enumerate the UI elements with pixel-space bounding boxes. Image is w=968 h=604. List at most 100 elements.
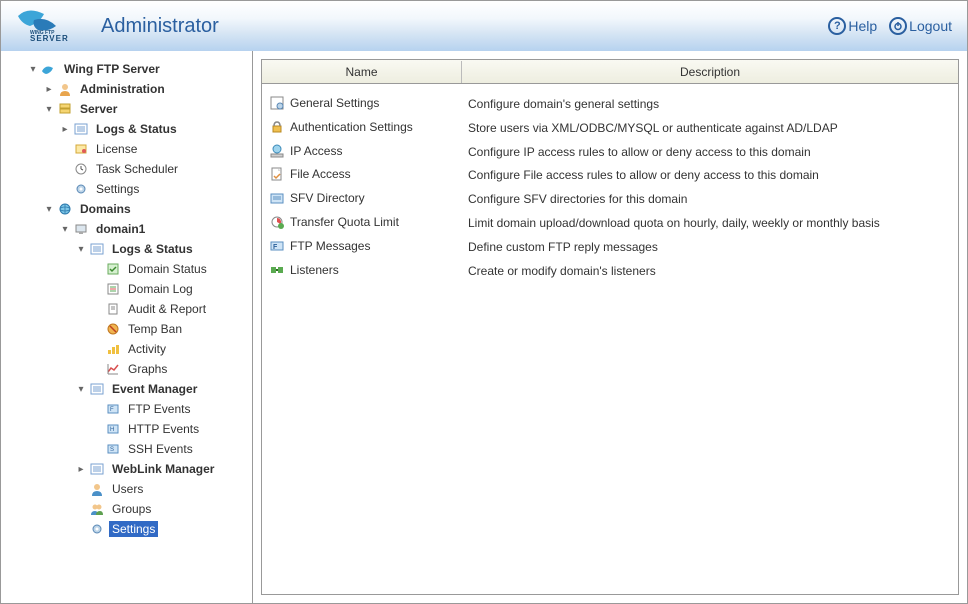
user-admin-icon [57,81,73,97]
tree-groups[interactable]: Groups [1,499,252,519]
tree-http-events[interactable]: H HTTP Events [1,419,252,439]
svg-text:H: H [110,427,114,433]
row-desc: Create or modify domain's listeners [468,262,952,280]
tree-server-settings-label: Settings [93,181,142,197]
row-name: Listeners [290,262,468,277]
message-icon: F [268,238,286,254]
help-link[interactable]: ? Help [828,17,877,35]
chart-icon [105,361,121,377]
table-body: General Settings Configure domain's gene… [262,84,958,290]
tree-groups-label: Groups [109,501,154,517]
tree-domains-label: Domains [77,201,134,217]
row-file-access[interactable]: File Access Configure File access rules … [268,163,952,187]
row-listeners[interactable]: Listeners Create or modify domain's list… [268,259,952,283]
row-name: File Access [290,166,468,181]
tree-server-settings[interactable]: Settings [1,179,252,199]
quota-icon [268,214,286,230]
sidebar-tree: ▾ Wing FTP Server ▸ Administration ▾ Ser… [1,51,253,603]
settings-page-icon [268,95,286,111]
chevron-right-icon[interactable]: ▸ [43,83,55,95]
group-icon [89,501,105,517]
tree-license-label: License [93,141,140,157]
tree-activity[interactable]: Activity [1,339,252,359]
header: WING FTP SERVER Administrator ? Help Log… [1,1,967,51]
tree-server-logs[interactable]: ▸ Logs & Status [1,119,252,139]
settings-panel: Name Description General Settings Config… [261,59,959,595]
tree-ssh-events[interactable]: S SSH Events [1,439,252,459]
globe-icon [57,201,73,217]
row-ftp-messages[interactable]: F FTP Messages Define custom FTP reply m… [268,235,952,259]
tree-domains[interactable]: ▾ Domains [1,199,252,219]
gear-icon [89,521,105,537]
list-icon [73,121,89,137]
tree-d1-logs-label: Logs & Status [109,241,196,257]
log-icon [105,281,121,297]
tree-administration[interactable]: ▸ Administration [1,79,252,99]
row-name: SFV Directory [290,190,468,205]
tree-d1-settings[interactable]: Settings [1,519,252,539]
chevron-down-icon[interactable]: ▾ [75,383,87,395]
row-desc: Configure SFV directories for this domai… [468,190,952,208]
col-desc[interactable]: Description [462,61,958,83]
tree-task-scheduler[interactable]: Task Scheduler [1,159,252,179]
tree-root[interactable]: ▾ Wing FTP Server [1,59,252,79]
svg-text:SERVER: SERVER [30,34,69,43]
chevron-down-icon[interactable]: ▾ [43,103,55,115]
row-general-settings[interactable]: General Settings Configure domain's gene… [268,92,952,116]
logout-link[interactable]: Logout [889,17,952,35]
tree-server[interactable]: ▾ Server [1,99,252,119]
row-ip-access[interactable]: IP Access Configure IP access rules to a… [268,140,952,164]
row-desc: Configure IP access rules to allow or de… [468,143,952,161]
file-icon [268,166,286,182]
ban-icon [105,321,121,337]
tree-administration-label: Administration [77,81,168,97]
table-header: Name Description [262,60,958,84]
tree-domain1[interactable]: ▾ domain1 [1,219,252,239]
list-icon [89,241,105,257]
svg-text:F: F [273,244,278,251]
list-icon [89,461,105,477]
event-icon: S [105,441,121,457]
tree-weblink-manager[interactable]: ▸ WebLink Manager [1,459,252,479]
tree-domain1-label: domain1 [93,221,148,237]
chevron-right-icon[interactable]: ▸ [75,463,87,475]
tree-domain-log-label: Domain Log [125,281,196,297]
tree-event-manager[interactable]: ▾ Event Manager [1,379,252,399]
tree-event-mgr-label: Event Manager [109,381,200,397]
app-title: Administrator [101,15,219,38]
header-links: ? Help Logout [828,17,952,35]
row-desc: Configure File access rules to allow or … [468,166,952,184]
logout-icon [889,17,907,35]
chevron-down-icon[interactable]: ▾ [75,243,87,255]
tree-domain-log[interactable]: Domain Log [1,279,252,299]
status-icon [105,261,121,277]
tree-temp-ban[interactable]: Temp Ban [1,319,252,339]
tree-graphs[interactable]: Graphs [1,359,252,379]
row-name: General Settings [290,95,468,110]
content-area: Name Description General Settings Config… [253,51,967,603]
tree-ftp-events[interactable]: F FTP Events [1,399,252,419]
svg-text:F: F [110,407,114,413]
tree-tempban-label: Temp Ban [125,321,185,337]
license-icon [73,141,89,157]
list-icon [89,381,105,397]
tree-license[interactable]: License [1,139,252,159]
chevron-right-icon[interactable]: ▸ [59,123,71,135]
row-sfv-directory[interactable]: SFV Directory Configure SFV directories … [268,187,952,211]
network-icon [268,143,286,159]
tree-users[interactable]: Users [1,479,252,499]
tree-d1-logs[interactable]: ▾ Logs & Status [1,239,252,259]
tree-audit-report[interactable]: Audit & Report [1,299,252,319]
row-desc: Store users via XML/ODBC/MYSQL or authen… [468,119,952,137]
row-transfer-quota[interactable]: Transfer Quota Limit Limit domain upload… [268,211,952,235]
lock-icon [268,119,286,135]
chevron-down-icon[interactable]: ▾ [43,203,55,215]
computer-icon [73,221,89,237]
tree-domain-status[interactable]: Domain Status [1,259,252,279]
logout-label: Logout [909,18,952,34]
col-name[interactable]: Name [262,61,462,83]
row-desc: Limit domain upload/download quota on ho… [468,214,952,232]
chevron-down-icon[interactable]: ▾ [59,223,71,235]
chevron-down-icon[interactable]: ▾ [27,63,39,75]
row-auth-settings[interactable]: Authentication Settings Store users via … [268,116,952,140]
